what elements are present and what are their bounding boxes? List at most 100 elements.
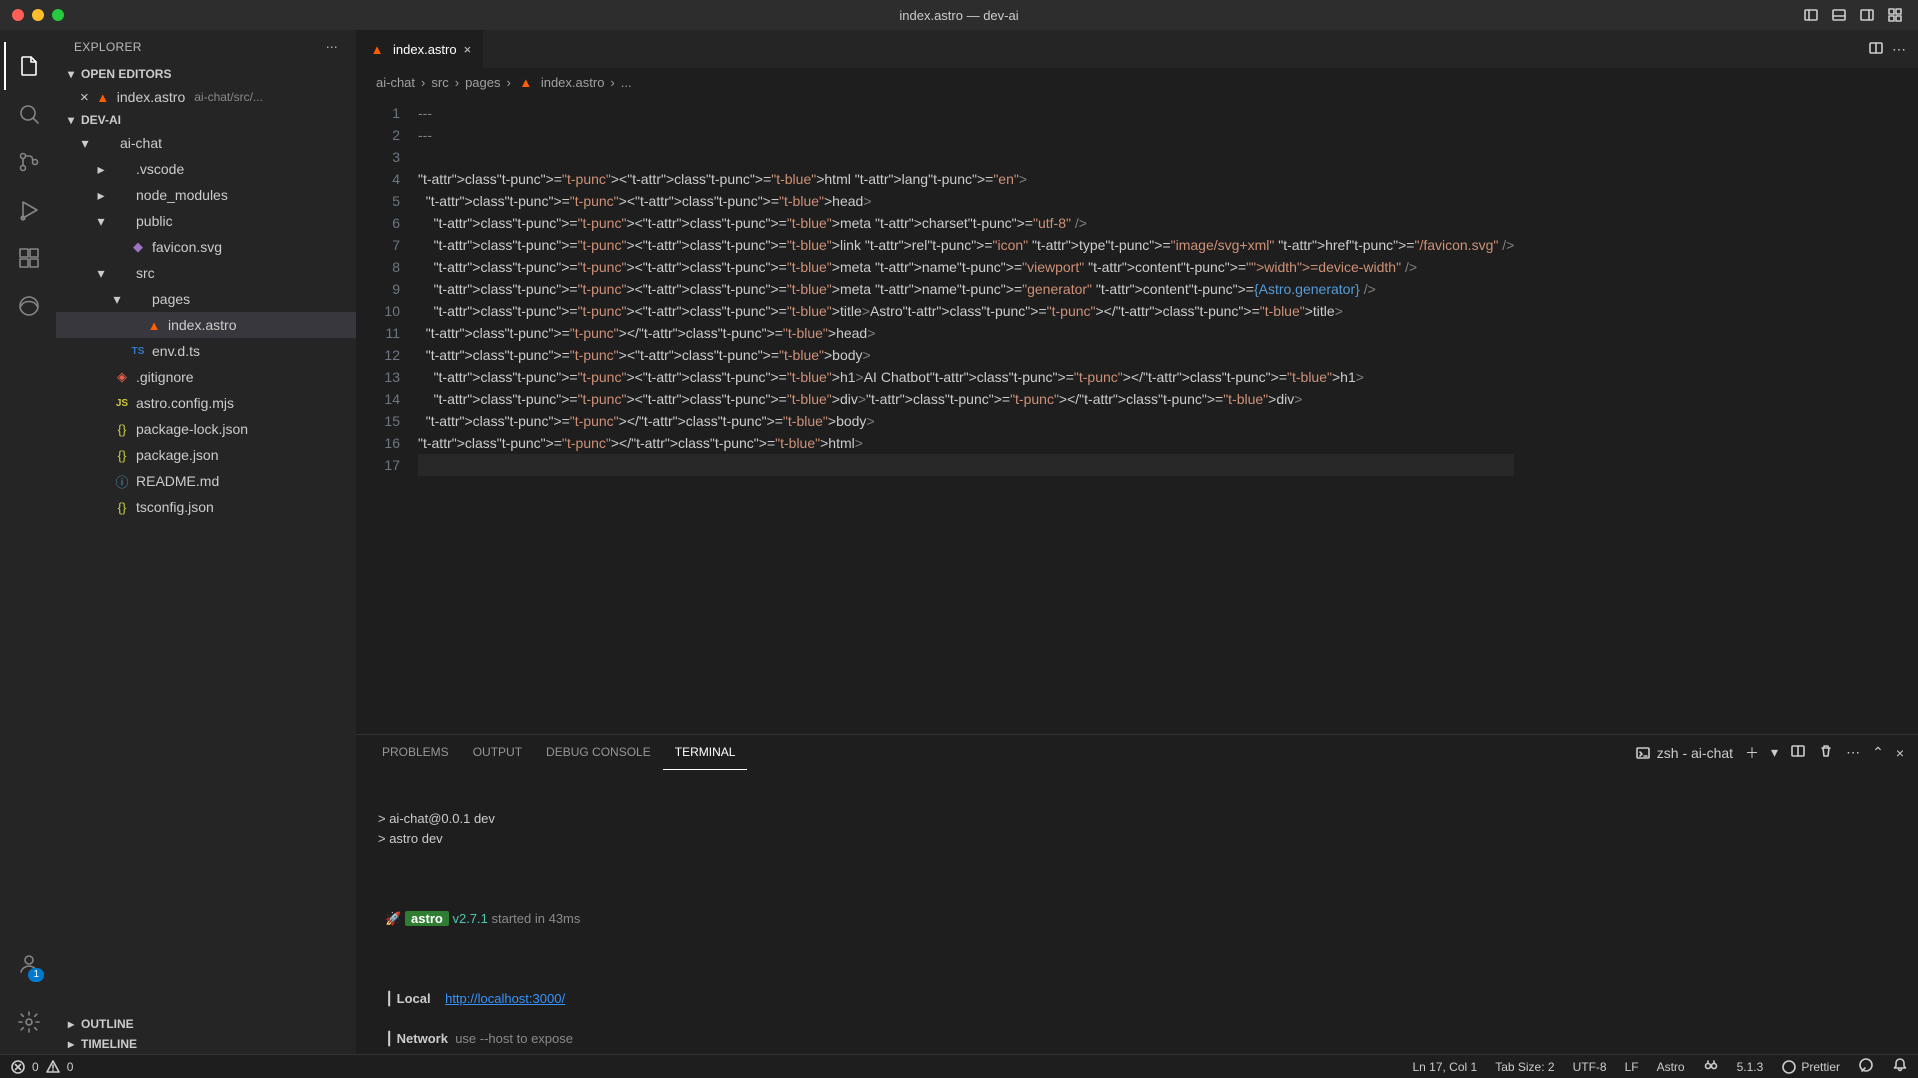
tree-item[interactable]: ◆favicon.svg [56,234,356,260]
tree-item[interactable]: {} package.json [56,442,356,468]
new-terminal-icon[interactable]: ＋ [1745,743,1759,763]
breadcrumb-item[interactable]: index.astro [541,75,605,90]
tree-item[interactable]: JSastro.config.mjs [56,390,356,416]
editor-more-icon[interactable]: ⋯ [1892,41,1906,58]
kill-terminal-icon[interactable] [1818,743,1834,762]
feedback-icon[interactable] [1858,1057,1874,1076]
timeline-section-header[interactable]: ▸ TIMELINE [56,1034,356,1054]
panel-tab[interactable]: TERMINAL [663,735,748,770]
panel-tab[interactable]: OUTPUT [461,735,534,770]
source-control-activity-button[interactable] [4,138,52,186]
tree-item-label: favicon.svg [152,239,222,255]
maximize-window-button[interactable] [52,9,64,21]
tree-item-label: README.md [136,473,219,489]
code-editor[interactable]: 1234567891011121314151617 ------ "t-attr… [356,96,1918,734]
version-status[interactable]: 5.1.3 [1737,1060,1764,1074]
local-url-link[interactable]: http://localhost:3000/ [445,991,565,1006]
cursor-position[interactable]: Ln 17, Col 1 [1412,1060,1477,1074]
run-debug-activity-button[interactable] [4,186,52,234]
tab-label: index.astro [393,42,457,57]
folder-icon [113,160,131,178]
tree-item-label: tsconfig.json [136,499,214,515]
outline-section-header[interactable]: ▸ OUTLINE [56,1014,356,1034]
tree-item[interactable]: ⓘREADME.md [56,468,356,494]
breadcrumb-item[interactable]: ai-chat [376,75,415,90]
chevron-down-icon: ▾ [94,266,108,280]
close-tab-icon[interactable]: × [464,42,472,57]
tree-item[interactable]: ▾pages [56,286,356,312]
problems-status[interactable]: 0 0 [10,1059,73,1075]
terminal-shell-selector[interactable]: zsh - ai-chat [1635,745,1733,761]
terminal-content[interactable]: > ai-chat@0.0.1 dev> astro dev 🚀 astro v… [356,771,1918,1054]
tree-item[interactable]: ▲index.astro [56,312,356,338]
close-editor-icon[interactable]: × [80,89,89,106]
tree-item-label: .gitignore [136,369,194,385]
breadcrumb-item[interactable]: ... [621,75,632,90]
breadcrumbs[interactable]: ai-chat›src›pages›▲index.astro›... [356,68,1918,96]
folder-icon [97,134,115,152]
toggle-panel-icon[interactable] [1826,4,1852,26]
tree-item[interactable]: ◈.gitignore [56,364,356,390]
panel-tab[interactable]: DEBUG CONSOLE [534,735,663,770]
explorer-more-icon[interactable]: ⋯ [326,40,338,54]
search-activity-button[interactable] [4,90,52,138]
breadcrumb-item[interactable]: pages [465,75,500,90]
toggle-primary-sidebar-icon[interactable] [1798,4,1824,26]
editor-tab-active[interactable]: ▲ index.astro × [356,30,484,68]
js-file-icon: JS [113,394,131,412]
edge-activity-button[interactable] [4,282,52,330]
split-editor-icon[interactable] [1868,40,1884,59]
rocket-icon: 🚀 [385,911,401,926]
accounts-activity-button[interactable]: 1 [4,940,52,988]
folder-icon [113,212,131,230]
split-terminal-icon[interactable] [1790,743,1806,762]
tree-item-label: .vscode [136,161,184,177]
tree-item[interactable]: ▸node_modules [56,182,356,208]
tree-item[interactable]: ▸ .vscode [56,156,356,182]
tree-item-label: src [136,265,155,281]
encoding-status[interactable]: UTF-8 [1573,1060,1607,1074]
extensions-activity-button[interactable] [4,234,52,282]
json-file-icon: {} [113,498,131,516]
settings-activity-button[interactable] [4,998,52,1046]
bottom-panel: PROBLEMSOUTPUTDEBUG CONSOLETERMINAL zsh … [356,734,1918,1054]
minimize-window-button[interactable] [32,9,44,21]
toggle-secondary-sidebar-icon[interactable] [1854,4,1880,26]
chevron-right-icon: ▸ [64,1017,78,1031]
breadcrumb-item[interactable]: src [431,75,448,90]
copilot-icon[interactable] [1703,1057,1719,1076]
tree-item[interactable]: ▾public [56,208,356,234]
explorer-title: EXPLORER [74,40,142,54]
project-section-header[interactable]: ▾ DEV-AI [56,110,356,130]
prettier-status[interactable]: Prettier [1781,1059,1840,1075]
astro-file-icon: ▲ [145,316,163,334]
warning-icon [45,1059,61,1075]
tree-item-label: package.json [136,447,219,463]
notifications-icon[interactable] [1892,1057,1908,1076]
open-editor-item[interactable]: × ▲ index.astro ai-chat/src/... [56,84,356,110]
json-file-icon: {} [113,446,131,464]
tree-item[interactable]: ▾ src [56,260,356,286]
language-status[interactable]: Astro [1657,1060,1685,1074]
tree-item[interactable]: TSenv.d.ts [56,338,356,364]
file-tree: ▾ai-chat ▸ .vscode ▸node_modules▾public◆fav… [56,130,356,520]
close-panel-icon[interactable]: × [1896,745,1904,761]
indentation-status[interactable]: Tab Size: 2 [1495,1060,1554,1074]
close-window-button[interactable] [12,9,24,21]
maximize-panel-icon[interactable]: ⌃ [1872,744,1884,761]
eol-status[interactable]: LF [1625,1060,1639,1074]
tree-item[interactable]: {}package-lock.json [56,416,356,442]
chevron-right-icon: ▸ [94,162,108,176]
panel-tab[interactable]: PROBLEMS [370,735,461,770]
tree-item[interactable]: ▾ai-chat [56,130,356,156]
json-file-icon: {} [113,420,131,438]
open-editors-section-header[interactable]: ▾ OPEN EDITORS [56,64,356,84]
explorer-activity-button[interactable] [4,42,52,90]
customize-layout-icon[interactable] [1882,4,1908,26]
tree-item[interactable]: {} tsconfig.json [56,494,356,520]
editor-tabs: ▲ index.astro × ⋯ [356,30,1918,68]
terminal-dropdown-icon[interactable]: ▾ [1771,744,1778,761]
folder-icon [113,264,131,282]
code-content[interactable]: ------ "t-attr">class"t-punc">="t-punc">… [418,96,1514,734]
panel-more-icon[interactable]: ⋯ [1846,744,1860,761]
